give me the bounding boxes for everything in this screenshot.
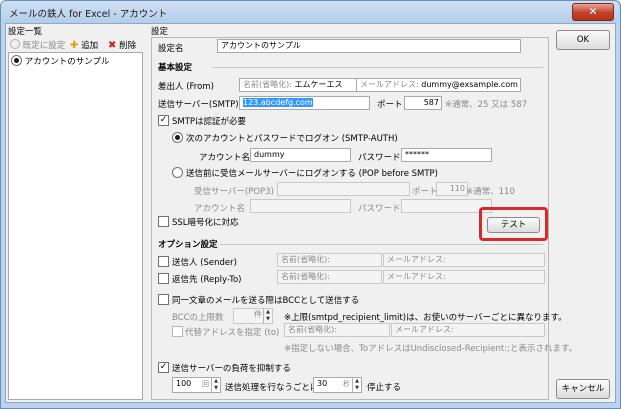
- pop-server-field[interactable]: [277, 182, 410, 196]
- smtp-auth-checkbox[interactable]: ✓: [158, 115, 169, 126]
- pop-server-label: 受信サーバー(POP3): [194, 187, 274, 197]
- reply-mail-field[interactable]: メールアドレス:: [383, 270, 545, 284]
- settings-list-header: 設定一覧: [8, 27, 43, 37]
- smtp-auth-label: SMTPは認証が必要: [172, 117, 247, 127]
- window-close-button[interactable]: ✕: [572, 3, 614, 21]
- option-section-title: オプション設定: [158, 240, 218, 250]
- ssl-checkbox[interactable]: [158, 216, 169, 227]
- proxy-name-field[interactable]: 名前(省略化):: [284, 323, 390, 337]
- name-label: 設定名: [158, 44, 184, 54]
- sender-name-field[interactable]: 名前(省略化): エムケーエス: [239, 78, 357, 92]
- sender-label: 差出人 (From): [158, 82, 214, 92]
- option-sender-mail-field[interactable]: メールアドレス:: [383, 253, 545, 267]
- smtp-auth-radio[interactable]: [172, 132, 183, 143]
- throttle-mid-label: 送信処理を行なうごとに: [225, 383, 319, 393]
- pop-account-field[interactable]: [250, 199, 351, 213]
- spin-up-icon: ▲: [214, 378, 218, 384]
- ssl-label: SSL暗号化に対応: [172, 218, 239, 228]
- smtp-auth-radio-label: 次のアカウントとパスワードでログオン (SMTP-AUTH): [186, 134, 398, 144]
- reply-to-label: 返信先 (Reply-To): [172, 275, 242, 285]
- bcc-note: ※上限(smtpd_recipient_limit)は、お使いのサーバーごとに異…: [284, 313, 567, 323]
- proxy-address-label: 代替アドレスを指定 (to): [185, 328, 280, 338]
- basic-section-title: 基本設定: [158, 63, 193, 73]
- set-default-button[interactable]: 既定に設定: [10, 39, 65, 51]
- list-toolbar: 既定に設定 ✚ 追加 ✖ 削除: [8, 38, 144, 52]
- pop-port-label: ポート: [412, 187, 438, 197]
- throttle-label: 送信サーバーの負荷を抑制する: [172, 364, 291, 374]
- account-name-field[interactable]: dummy: [250, 148, 351, 162]
- throttle-count-spinner[interactable]: ▲ ▼: [211, 378, 220, 392]
- pop-port-note: ※通常、110: [466, 187, 515, 197]
- bcc-limit-field[interactable]: 件 ▲ ▼: [233, 308, 273, 324]
- smtp-field[interactable]: 123.abcdefg.com: [239, 96, 370, 110]
- spin-down-icon: ▼: [355, 385, 359, 391]
- option-sender-checkbox[interactable]: [158, 256, 169, 267]
- window-title: メールの鉄人 for Excel - アカウント: [9, 9, 168, 20]
- add-button[interactable]: ✚ 追加: [70, 39, 98, 51]
- throttle-checkbox[interactable]: ✓: [158, 362, 169, 373]
- bcc-limit-spinner[interactable]: ▲ ▼: [263, 309, 272, 323]
- name-field[interactable]: アカウントのサンプル: [217, 39, 521, 53]
- plus-icon: ✚: [70, 40, 79, 51]
- password-field[interactable]: ******: [401, 148, 492, 162]
- test-button[interactable]: テスト: [487, 217, 540, 233]
- bcc-checkbox[interactable]: [158, 294, 169, 305]
- cancel-button[interactable]: キャンセル: [556, 379, 610, 399]
- delete-x-icon: ✖: [108, 40, 117, 51]
- pop-account-label: アカウント名: [194, 204, 246, 214]
- close-icon: ✕: [588, 5, 598, 18]
- pop-before-smtp-radio[interactable]: [172, 167, 183, 178]
- sender-mail-field[interactable]: メールアドレス: dummy@exsample.com: [356, 78, 521, 92]
- throttle-seconds-spinner[interactable]: ▲ ▼: [352, 378, 361, 392]
- title-bar: メールの鉄人 for Excel - アカウント ✕: [1, 1, 618, 23]
- ok-button[interactable]: OK: [556, 30, 610, 50]
- selected-account-icon: [11, 55, 22, 66]
- delete-button[interactable]: ✖ 削除: [108, 39, 136, 51]
- bcc-label: 同一文章のメールを送る際はBCCとして送信する: [172, 296, 360, 306]
- spin-down-icon: ▼: [266, 316, 270, 322]
- port-field[interactable]: 587: [404, 96, 442, 110]
- proxy-mail-field[interactable]: メールアドレス:: [391, 323, 545, 337]
- smtp-label: 送信サーバー(SMTP): [158, 100, 239, 110]
- option-divider: [220, 244, 543, 245]
- pop-password-label: パスワード: [358, 204, 401, 214]
- account-name-label: アカウント名: [199, 153, 251, 163]
- reply-to-checkbox[interactable]: [158, 273, 169, 284]
- list-item[interactable]: アカウントのサンプル: [11, 55, 109, 67]
- pop-before-smtp-label: 送信前に受信メールサーバーにログオンする (POP before SMTP): [186, 169, 438, 179]
- dialog-body: 設定一覧 既定に設定 ✚ 追加 ✖ 削除 アカウントのサンプル 設定 設定名 ア…: [5, 23, 616, 403]
- throttle-end-label: 停止する: [367, 383, 402, 393]
- proxy-note: ※指定しない場合、ToアドレスはUndisclosed-Recipient:;と…: [284, 344, 578, 354]
- pop-port-field[interactable]: 110: [436, 182, 468, 196]
- default-icon: [10, 39, 20, 49]
- spin-down-icon: ▼: [214, 385, 218, 391]
- proxy-address-checkbox[interactable]: [172, 326, 183, 337]
- option-sender-label: 送信人 (Sender): [172, 258, 237, 268]
- throttle-count-field[interactable]: 100 回 ▲ ▼: [172, 377, 221, 393]
- account-list[interactable]: アカウントのサンプル: [8, 52, 143, 400]
- password-label: パスワード: [358, 153, 401, 163]
- throttle-seconds-field[interactable]: 30 秒 ▲ ▼: [313, 377, 362, 393]
- settings-header: 設定: [151, 27, 169, 37]
- port-label: ポート: [377, 100, 403, 110]
- port-note: ※通常、25 又は 587: [445, 100, 528, 110]
- reply-name-field[interactable]: 名前(省略化):: [277, 270, 382, 284]
- spin-up-icon: ▲: [355, 378, 359, 384]
- option-sender-name-field[interactable]: 名前(省略化):: [277, 253, 382, 267]
- spin-up-icon: ▲: [266, 309, 270, 315]
- basic-divider: [213, 67, 543, 68]
- bcc-limit-label: BCCの上限数: [172, 313, 224, 323]
